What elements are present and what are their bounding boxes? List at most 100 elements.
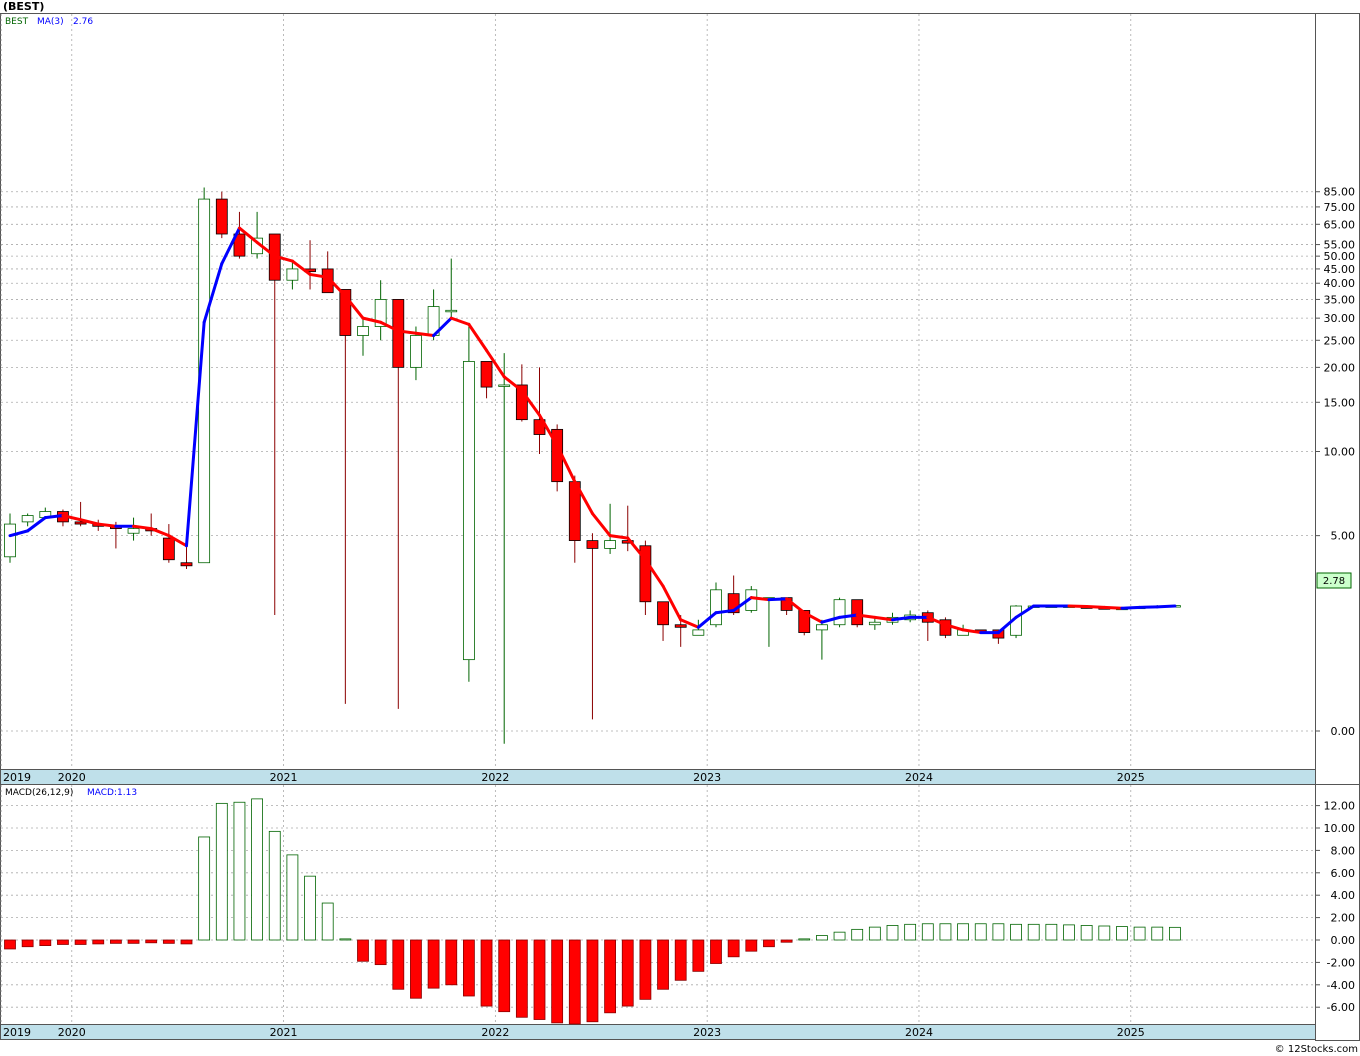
footer-brand: © 12Stocks.com — [1275, 1044, 1358, 1055]
macd-bar — [798, 938, 811, 941]
macd-bar — [727, 939, 740, 958]
last-price-tag: 2.78 — [1323, 576, 1345, 587]
price-date-label: 2023 — [693, 771, 721, 784]
candle-body — [851, 599, 864, 626]
macd-tick-label: 0.00 — [1331, 934, 1356, 947]
macd-bar — [286, 854, 299, 941]
macd-date-label: 2023 — [693, 1026, 721, 1039]
macd-bar — [604, 939, 616, 1014]
macd-bar — [1169, 926, 1181, 941]
macd-tick-label: 6.00 — [1331, 867, 1356, 880]
macd-bar — [127, 939, 140, 944]
candle-body — [180, 562, 193, 567]
macd-date-label: 2024 — [905, 1026, 933, 1039]
ma-segment — [1085, 604, 1106, 609]
macd-bar — [568, 939, 581, 1025]
macd-bar — [816, 935, 828, 941]
macd-bar — [833, 931, 846, 941]
candle-body — [215, 198, 228, 235]
price-tick-label: 35.00 — [1324, 293, 1356, 306]
macd-bar — [851, 928, 864, 941]
price-tick-label: 30.00 — [1324, 312, 1356, 325]
ma-segment — [1102, 605, 1124, 610]
macd-bar — [180, 939, 193, 945]
chart-title: (BEST) — [3, 0, 44, 13]
macd-bar — [1098, 925, 1111, 941]
candle-body — [162, 537, 175, 561]
macd-tick-label: 4.00 — [1331, 889, 1356, 902]
macd-bar — [710, 939, 722, 964]
macd-bar — [1010, 923, 1022, 941]
macd-bar — [339, 938, 352, 941]
candle-body — [410, 335, 422, 368]
macd-bar — [1080, 925, 1093, 941]
macd-tick-label: 2.00 — [1331, 912, 1356, 925]
macd-bar — [268, 830, 281, 941]
candle-body — [710, 589, 722, 626]
macd-bar — [1063, 924, 1075, 941]
candle-body — [498, 384, 511, 387]
macd-label: MACD(26,12,9) — [5, 788, 73, 798]
macd-bar — [251, 798, 264, 941]
price-date-label: 2022 — [481, 771, 509, 784]
macd-bar — [957, 923, 969, 941]
macd-bar — [992, 923, 1005, 941]
macd-bar — [533, 939, 546, 1020]
ma-segment — [767, 597, 789, 602]
legend-ma-value: 2.76 — [73, 17, 93, 27]
candle-body — [604, 540, 616, 549]
ma-segment — [1120, 605, 1142, 610]
macd-bar — [868, 926, 881, 941]
macd-tick-label: 10.00 — [1324, 822, 1356, 835]
candle-body — [816, 624, 828, 631]
macd-bar — [321, 902, 334, 941]
macd-tick-label: 8.00 — [1331, 844, 1356, 857]
price-date-label: 2019 — [3, 771, 31, 784]
macd-bar — [1151, 926, 1164, 941]
macd-bar — [145, 939, 158, 944]
candle-body — [4, 523, 16, 558]
macd-bar — [445, 939, 458, 986]
candle-body — [462, 361, 475, 661]
macd-bar — [974, 923, 987, 941]
macd-bar — [780, 939, 793, 943]
macd-bar — [745, 939, 758, 952]
candle-body — [674, 624, 687, 628]
price-tick-label: 25.00 — [1324, 334, 1356, 347]
price-tick-label: 75.00 — [1324, 201, 1356, 214]
macd-tick-label: 12.00 — [1324, 800, 1356, 813]
price-tick-label: 10.00 — [1324, 446, 1356, 459]
macd-bar — [1027, 923, 1040, 941]
macd-bar — [57, 939, 69, 945]
macd-bar — [1116, 926, 1128, 941]
price-tick-label: 40.00 — [1324, 277, 1356, 290]
price-tick-label: 85.00 — [1324, 186, 1356, 199]
candle-body — [21, 515, 34, 523]
macd-bar — [921, 923, 934, 941]
macd-bar — [233, 801, 246, 941]
macd-date-label: 2021 — [270, 1026, 298, 1039]
macd-bar — [198, 836, 211, 941]
macd-date-label: 2022 — [481, 1026, 509, 1039]
macd-date-label: 2025 — [1117, 1026, 1145, 1039]
macd-bar — [639, 939, 652, 1000]
macd-bar — [215, 802, 228, 941]
macd-bar — [1045, 923, 1058, 941]
price-tick-label: 45.00 — [1324, 263, 1356, 276]
macd-bar — [886, 925, 899, 941]
candle-body — [833, 599, 846, 626]
macd-value-label: MACD:1.13 — [87, 788, 137, 798]
macd-bar — [498, 939, 511, 1013]
candle-body — [657, 601, 669, 626]
price-date-label: 2020 — [58, 771, 86, 784]
macd-bar — [21, 939, 34, 948]
macd-bar — [657, 939, 669, 990]
macd-bar — [586, 939, 599, 1023]
ma-segment — [749, 596, 771, 602]
macd-bar — [39, 939, 52, 946]
candle-body — [392, 299, 405, 368]
candle-body — [286, 268, 299, 281]
candle-body — [127, 528, 140, 534]
macd-bar — [551, 939, 564, 1024]
macd-bar — [515, 939, 528, 1018]
